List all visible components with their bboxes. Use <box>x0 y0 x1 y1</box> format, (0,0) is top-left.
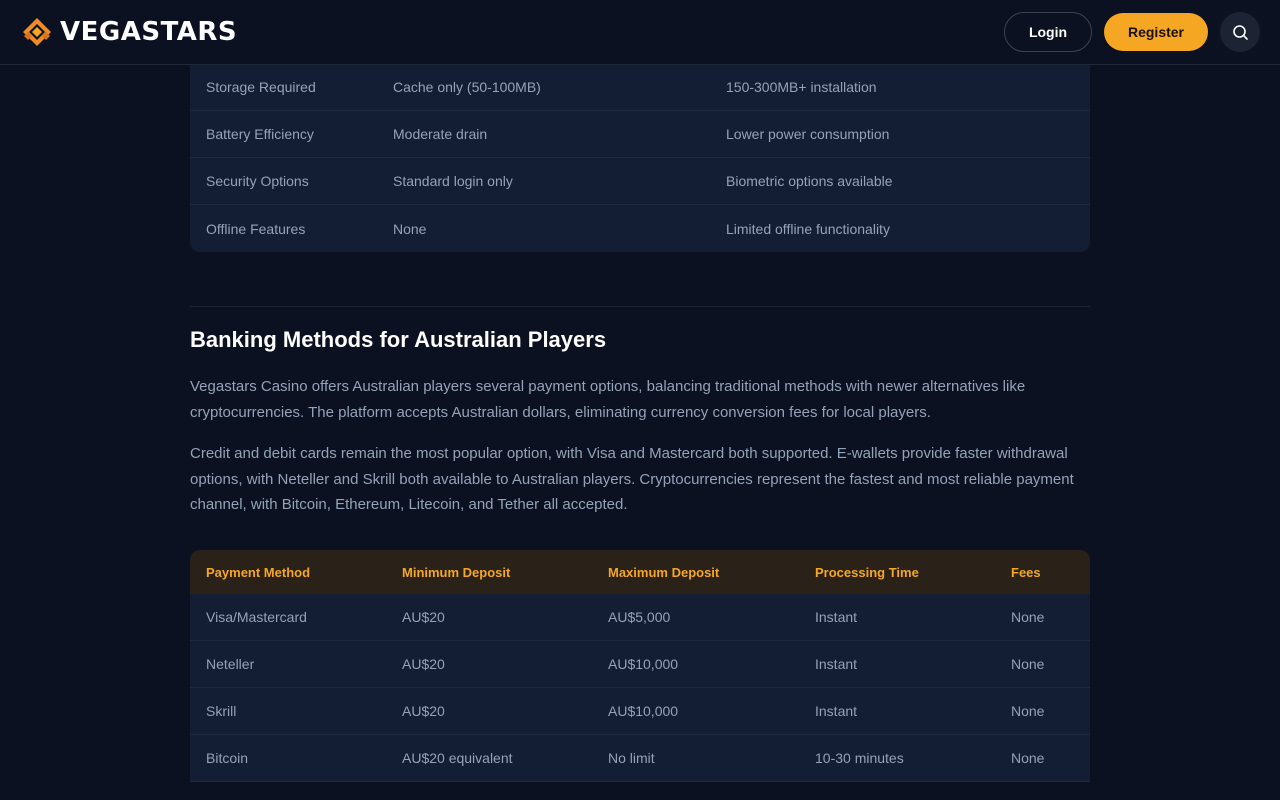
table-cell: None <box>995 594 1090 641</box>
table-cell: 150-300MB+ installation <box>710 64 1090 111</box>
table-cell: AU$10,000 <box>592 641 799 688</box>
logo-icon <box>20 15 54 49</box>
table-cell: Instant <box>799 688 995 735</box>
table-cell: Instant <box>799 641 995 688</box>
banking-paragraph-2: Credit and debit cards remain the most p… <box>190 445 1074 513</box>
table-cell: None <box>995 641 1090 688</box>
table-cell: Standard login only <box>377 158 710 205</box>
table-row: Visa/Mastercard AU$20 AU$5,000 Instant N… <box>190 594 1090 641</box>
table-cell: None <box>995 688 1090 735</box>
table-cell: Cache only (50-100MB) <box>377 64 710 111</box>
table-row: Offline Features None Limited offline fu… <box>190 205 1090 252</box>
search-icon <box>1232 24 1248 40</box>
table-cell: Bitcoin <box>190 735 386 782</box>
table-row: Battery Efficiency Moderate drain Lower … <box>190 111 1090 158</box>
table-cell: Security Options <box>190 158 377 205</box>
table-cell: Limited offline functionality <box>726 220 890 237</box>
logo-text: VEGASTARS <box>60 17 238 47</box>
table-row: Security Options Standard login only Bio… <box>190 158 1090 205</box>
table-cell: AU$5,000 <box>592 594 799 641</box>
login-button[interactable]: Login <box>1004 12 1092 52</box>
table-cell: None <box>995 735 1090 782</box>
table-cell: Lower power consumption <box>710 111 1090 158</box>
table-cell: AU$20 <box>386 688 592 735</box>
column-header: Payment Method <box>190 550 386 594</box>
section-title: Banking Methods for Australian Players <box>190 327 607 352</box>
column-header: Fees <box>995 550 1090 594</box>
table-cell: Storage Required <box>190 64 377 111</box>
table-cell: No limit <box>592 735 799 782</box>
table-row: Storage Required Cache only (50-100MB) 1… <box>190 64 1090 111</box>
table-cell: AU$20 equivalent <box>386 735 592 782</box>
site-header: VEGASTARS Login Register <box>0 0 1280 65</box>
table-cell: 10-30 minutes <box>799 735 995 782</box>
comparison-table-wrapper: Storage Required Cache only (50-100MB) 1… <box>190 64 1090 252</box>
table-row: Bitcoin AU$20 equivalent No limit 10-30 … <box>190 735 1090 782</box>
table-cell: None <box>393 220 427 237</box>
table-cell: AU$20 <box>386 594 592 641</box>
column-header: Processing Time <box>799 550 995 594</box>
table-cell: Offline Features <box>206 220 306 237</box>
table-header-row: Payment Method Minimum Deposit Maximum D… <box>190 550 1090 594</box>
register-button[interactable]: Register <box>1104 13 1208 51</box>
table-cell: AU$20 <box>386 641 592 688</box>
table-cell: Biometric options available <box>710 158 1090 205</box>
table-cell: Skrill <box>190 688 386 735</box>
column-header: Minimum Deposit <box>386 550 592 594</box>
table-cell: Instant <box>799 594 995 641</box>
comparison-table: Storage Required Cache only (50-100MB) 1… <box>190 64 1090 252</box>
header-actions: Login Register <box>1004 12 1260 52</box>
banking-paragraph-1: Vegastars Casino offers Australian playe… <box>190 378 1026 421</box>
column-header: Maximum Deposit <box>592 550 799 594</box>
section-divider <box>190 306 1090 307</box>
table-row: Neteller AU$20 AU$10,000 Instant None <box>190 641 1090 688</box>
table-cell: Moderate drain <box>377 111 710 158</box>
search-button[interactable] <box>1220 12 1260 52</box>
table-row: Skrill AU$20 AU$10,000 Instant None <box>190 688 1090 735</box>
site-logo[interactable]: VEGASTARS <box>20 15 237 49</box>
payment-methods-table: Payment Method Minimum Deposit Maximum D… <box>190 550 1090 782</box>
table-cell: Battery Efficiency <box>190 111 377 158</box>
table-cell: Visa/Mastercard <box>190 594 386 641</box>
table-cell: AU$10,000 <box>592 688 799 735</box>
table-cell: Neteller <box>190 641 386 688</box>
